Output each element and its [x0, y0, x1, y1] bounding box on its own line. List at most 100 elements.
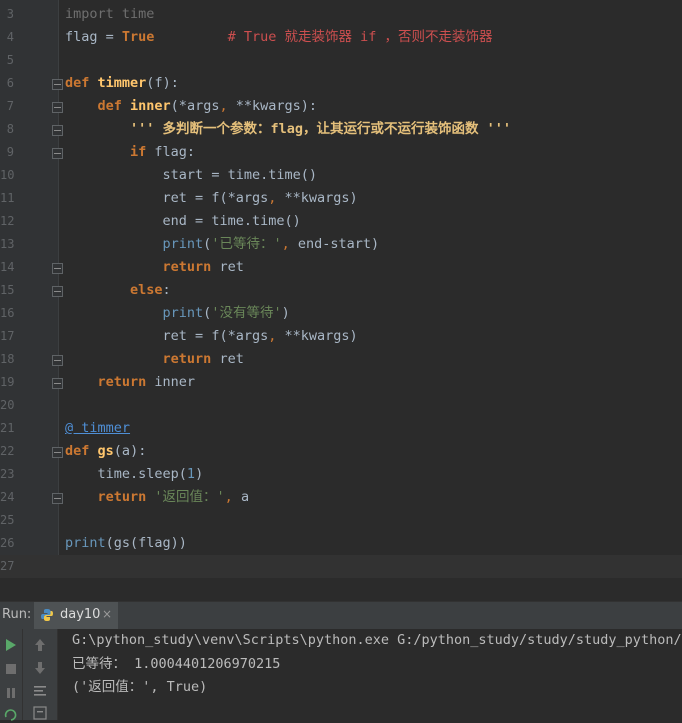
code-line[interactable]: 13 print('已等待：', end-start)	[0, 233, 682, 256]
code-token: =	[105, 29, 114, 45]
code-token: **kwargs)	[284, 190, 358, 206]
code-line[interactable]: 22 def gs(a):	[0, 440, 682, 463]
line-number: 25	[0, 513, 15, 527]
run-tab-day10[interactable]: day10 ×	[34, 602, 118, 629]
code-token: **	[235, 98, 252, 114]
code-token: if	[65, 144, 155, 160]
run-icon[interactable]	[3, 637, 19, 653]
console-output-line: 已等待： 1.0004401206970215	[72, 656, 281, 672]
stop-icon[interactable]	[3, 661, 19, 677]
code-token: '返回值：'	[154, 489, 225, 505]
code-line[interactable]: 3 import time	[0, 3, 682, 26]
line-number: 5	[6, 53, 14, 67]
down-arrow-icon[interactable]	[32, 660, 48, 676]
run-tab-label: day10	[60, 607, 101, 622]
code-line[interactable]: 25	[0, 509, 682, 532]
code-token: )	[281, 305, 290, 321]
code-line[interactable]: 15 else:	[0, 279, 682, 302]
fold-marker-icon[interactable]	[52, 125, 63, 136]
code-line[interactable]: 18 return ret	[0, 348, 682, 371]
code-line[interactable]: 17 ret = f(*args, **kwargs)	[0, 325, 682, 348]
code-text: ret = f(*args, **kwargs)	[65, 325, 358, 348]
up-arrow-icon[interactable]	[32, 637, 48, 653]
fold-marker-icon[interactable]	[52, 355, 63, 366]
line-number: 11	[0, 191, 15, 205]
code-token: flag:	[154, 144, 196, 160]
fold-marker-icon[interactable]	[52, 148, 63, 159]
code-token: (gs(flag))	[105, 535, 187, 551]
line-number: 17	[0, 329, 15, 343]
close-icon[interactable]: ×	[102, 607, 112, 621]
code-token: print	[65, 305, 204, 321]
scroll-to-end-icon[interactable]	[32, 705, 48, 721]
pause-icon[interactable]	[3, 685, 19, 701]
fold-marker-icon[interactable]	[52, 102, 63, 113]
code-text: return ret	[65, 348, 244, 371]
code-token: f	[154, 75, 163, 91]
code-line[interactable]: 8 ''' 多判断一个参数：flag，让其运行或不运行装饰函数 '''	[0, 118, 682, 141]
code-text: @ timmer	[65, 417, 130, 440]
code-token: :	[162, 282, 171, 298]
line-number: 18	[0, 352, 15, 366]
line-number: 15	[0, 283, 15, 297]
run-tool-window-header: Run: day10 ×	[0, 601, 682, 630]
line-number: 22	[0, 444, 15, 458]
code-line[interactable]: 24 return '返回值：', a	[0, 486, 682, 509]
code-token: =	[195, 190, 204, 206]
code-text: return inner	[65, 371, 196, 394]
code-editor[interactable]: 3 import time 4 flag = True # True 就走装饰器 if…	[0, 0, 682, 578]
rerun-icon[interactable]	[3, 707, 19, 723]
code-line[interactable]: 7 def inner(*args, **kwargs):	[0, 95, 682, 118]
code-line[interactable]: 9 if flag:	[0, 141, 682, 164]
code-token: (*	[170, 98, 187, 114]
line-number: 8	[6, 122, 14, 136]
code-line[interactable]: 23 time.sleep(1)	[0, 463, 682, 486]
code-line[interactable]: 5	[0, 49, 682, 72]
fold-marker-icon[interactable]	[52, 493, 63, 504]
fold-marker-icon[interactable]	[52, 378, 63, 389]
code-token: end	[65, 213, 196, 229]
code-token: def	[65, 443, 98, 459]
code-text: else:	[65, 279, 171, 302]
code-token: time.time()	[219, 167, 317, 183]
code-token: args	[186, 98, 220, 114]
soft-wrap-icon[interactable]	[32, 683, 48, 699]
fold-marker-icon[interactable]	[52, 79, 63, 90]
code-token: flag	[65, 29, 106, 45]
code-token: time.time()	[203, 213, 301, 229]
run-toolbar-secondary	[23, 629, 58, 720]
code-line[interactable]: 21 @ timmer	[0, 417, 682, 440]
run-console[interactable]: G:\python_study\venv\Scripts\python.exe …	[0, 629, 682, 723]
fold-marker-icon[interactable]	[52, 263, 63, 274]
code-line[interactable]: 20	[0, 394, 682, 417]
code-line[interactable]: 27	[0, 555, 682, 578]
run-label: Run:	[2, 607, 32, 622]
code-line[interactable]: 14 return ret	[0, 256, 682, 279]
code-line[interactable]: 12 end = time.time()	[0, 210, 682, 233]
code-line[interactable]: 16 print('没有等待')	[0, 302, 682, 325]
code-token: def	[65, 98, 131, 114]
code-text: return ret	[65, 256, 244, 279]
code-line[interactable]: 4 flag = True # True 就走装饰器 if ，否则不走装饰器	[0, 26, 682, 49]
code-token: ,	[268, 190, 285, 206]
code-token: inner	[154, 374, 196, 390]
code-token: =	[195, 213, 204, 229]
line-number: 23	[0, 467, 15, 481]
code-text: print(gs(flag))	[65, 532, 187, 555]
code-line[interactable]: 11 ret = f(*args, **kwargs)	[0, 187, 682, 210]
console-command-line: G:\python_study\venv\Scripts\python.exe …	[72, 632, 682, 648]
code-token: ,	[281, 236, 298, 252]
code-line[interactable]: 10 start = time.time()	[0, 164, 682, 187]
code-token: ):	[162, 75, 179, 91]
line-number: 4	[6, 30, 14, 44]
line-number: 26	[0, 536, 15, 550]
fold-marker-icon[interactable]	[52, 286, 63, 297]
code-token: ret	[219, 259, 244, 275]
code-line[interactable]: 26 print(gs(flag))	[0, 532, 682, 555]
code-line[interactable]: 6 def timmer(f):	[0, 72, 682, 95]
code-token: f(*args	[203, 328, 269, 344]
code-text: import time	[65, 3, 154, 26]
code-line[interactable]: 19 return inner	[0, 371, 682, 394]
fold-marker-icon[interactable]	[52, 447, 63, 458]
code-token: else	[65, 282, 163, 298]
